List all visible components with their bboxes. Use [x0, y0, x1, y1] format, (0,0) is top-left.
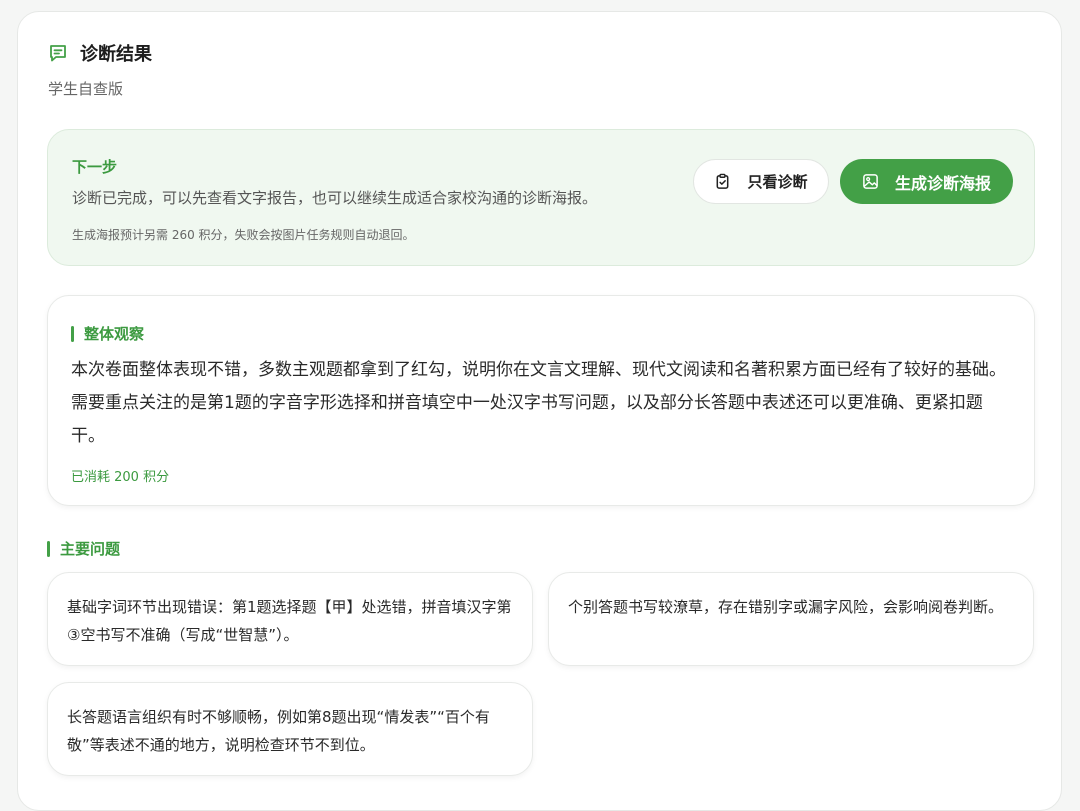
overall-text: 本次卷面整体表现不错，多数主观题都拿到了红勾，说明你在文言文理解、现代文阅读和名…	[71, 360, 1006, 446]
view-diagnosis-label: 只看诊断	[747, 173, 808, 191]
issue-card: 个别答题书写较潦草，存在错别字或漏字风险，会影响阅卷判断。	[548, 572, 1034, 666]
points-consumed: 已消耗 200 积分	[71, 470, 170, 485]
overall-observation-card: 整体观察 本次卷面整体表现不错，多数主观题都拿到了红勾，说明你在文言文理解、现代…	[47, 295, 1035, 506]
next-step-note: 生成海报预计另需 260 积分，失败会按图片任务规则自动退回。	[72, 228, 415, 242]
issue-card: 长答题语言组织有时不够顺畅，例如第8题出现“情发表”“百个有敬”等表述不通的地方…	[47, 682, 533, 776]
generate-poster-label: 生成诊断海报	[894, 173, 991, 193]
overall-title: 整体观察	[84, 325, 145, 343]
issue-text: 个别答题书写较潦草，存在错别字或漏字风险，会影响阅卷判断。	[568, 598, 1004, 616]
issue-text: 基础字词环节出现错误：第1题选择题【甲】处选错，拼音填汉字第③空书写不准确（写成…	[67, 598, 512, 644]
image-icon	[863, 174, 878, 189]
next-step-panel: 下一步 诊断已完成，可以先查看文字报告，也可以继续生成适合家校沟通的诊断海报。 …	[47, 129, 1035, 266]
section-bar	[71, 325, 74, 342]
issue-text: 长答题语言组织有时不够顺畅，例如第8题出现“情发表”“百个有敬”等表述不通的地方…	[67, 708, 490, 754]
message-icon	[50, 45, 66, 62]
page-subtitle: 学生自查版	[48, 80, 124, 98]
clipboard-icon	[717, 173, 729, 189]
diagnosis-card: 诊断结果 学生自查版 下一步 诊断已完成，可以先查看文字报告，也可以继续生成适合…	[17, 11, 1062, 811]
overall-heading: 整体观察	[71, 323, 144, 344]
page-title: 诊断结果	[80, 44, 152, 65]
issues-heading: 主要问题	[47, 538, 120, 559]
issue-card: 基础字词环节出现错误：第1题选择题【甲】处选错，拼音填汉字第③空书写不准确（写成…	[47, 572, 533, 666]
section-bar	[47, 540, 50, 557]
next-step-title: 下一步	[72, 158, 118, 176]
next-step-description: 诊断已完成，可以先查看文字报告，也可以继续生成适合家校沟通的诊断海报。	[72, 189, 598, 207]
header: 诊断结果	[48, 40, 152, 66]
view-diagnosis-button[interactable]: 只看诊断	[693, 159, 829, 204]
issues-title: 主要问题	[60, 540, 121, 558]
generate-poster-button[interactable]: 生成诊断海报	[840, 159, 1013, 204]
